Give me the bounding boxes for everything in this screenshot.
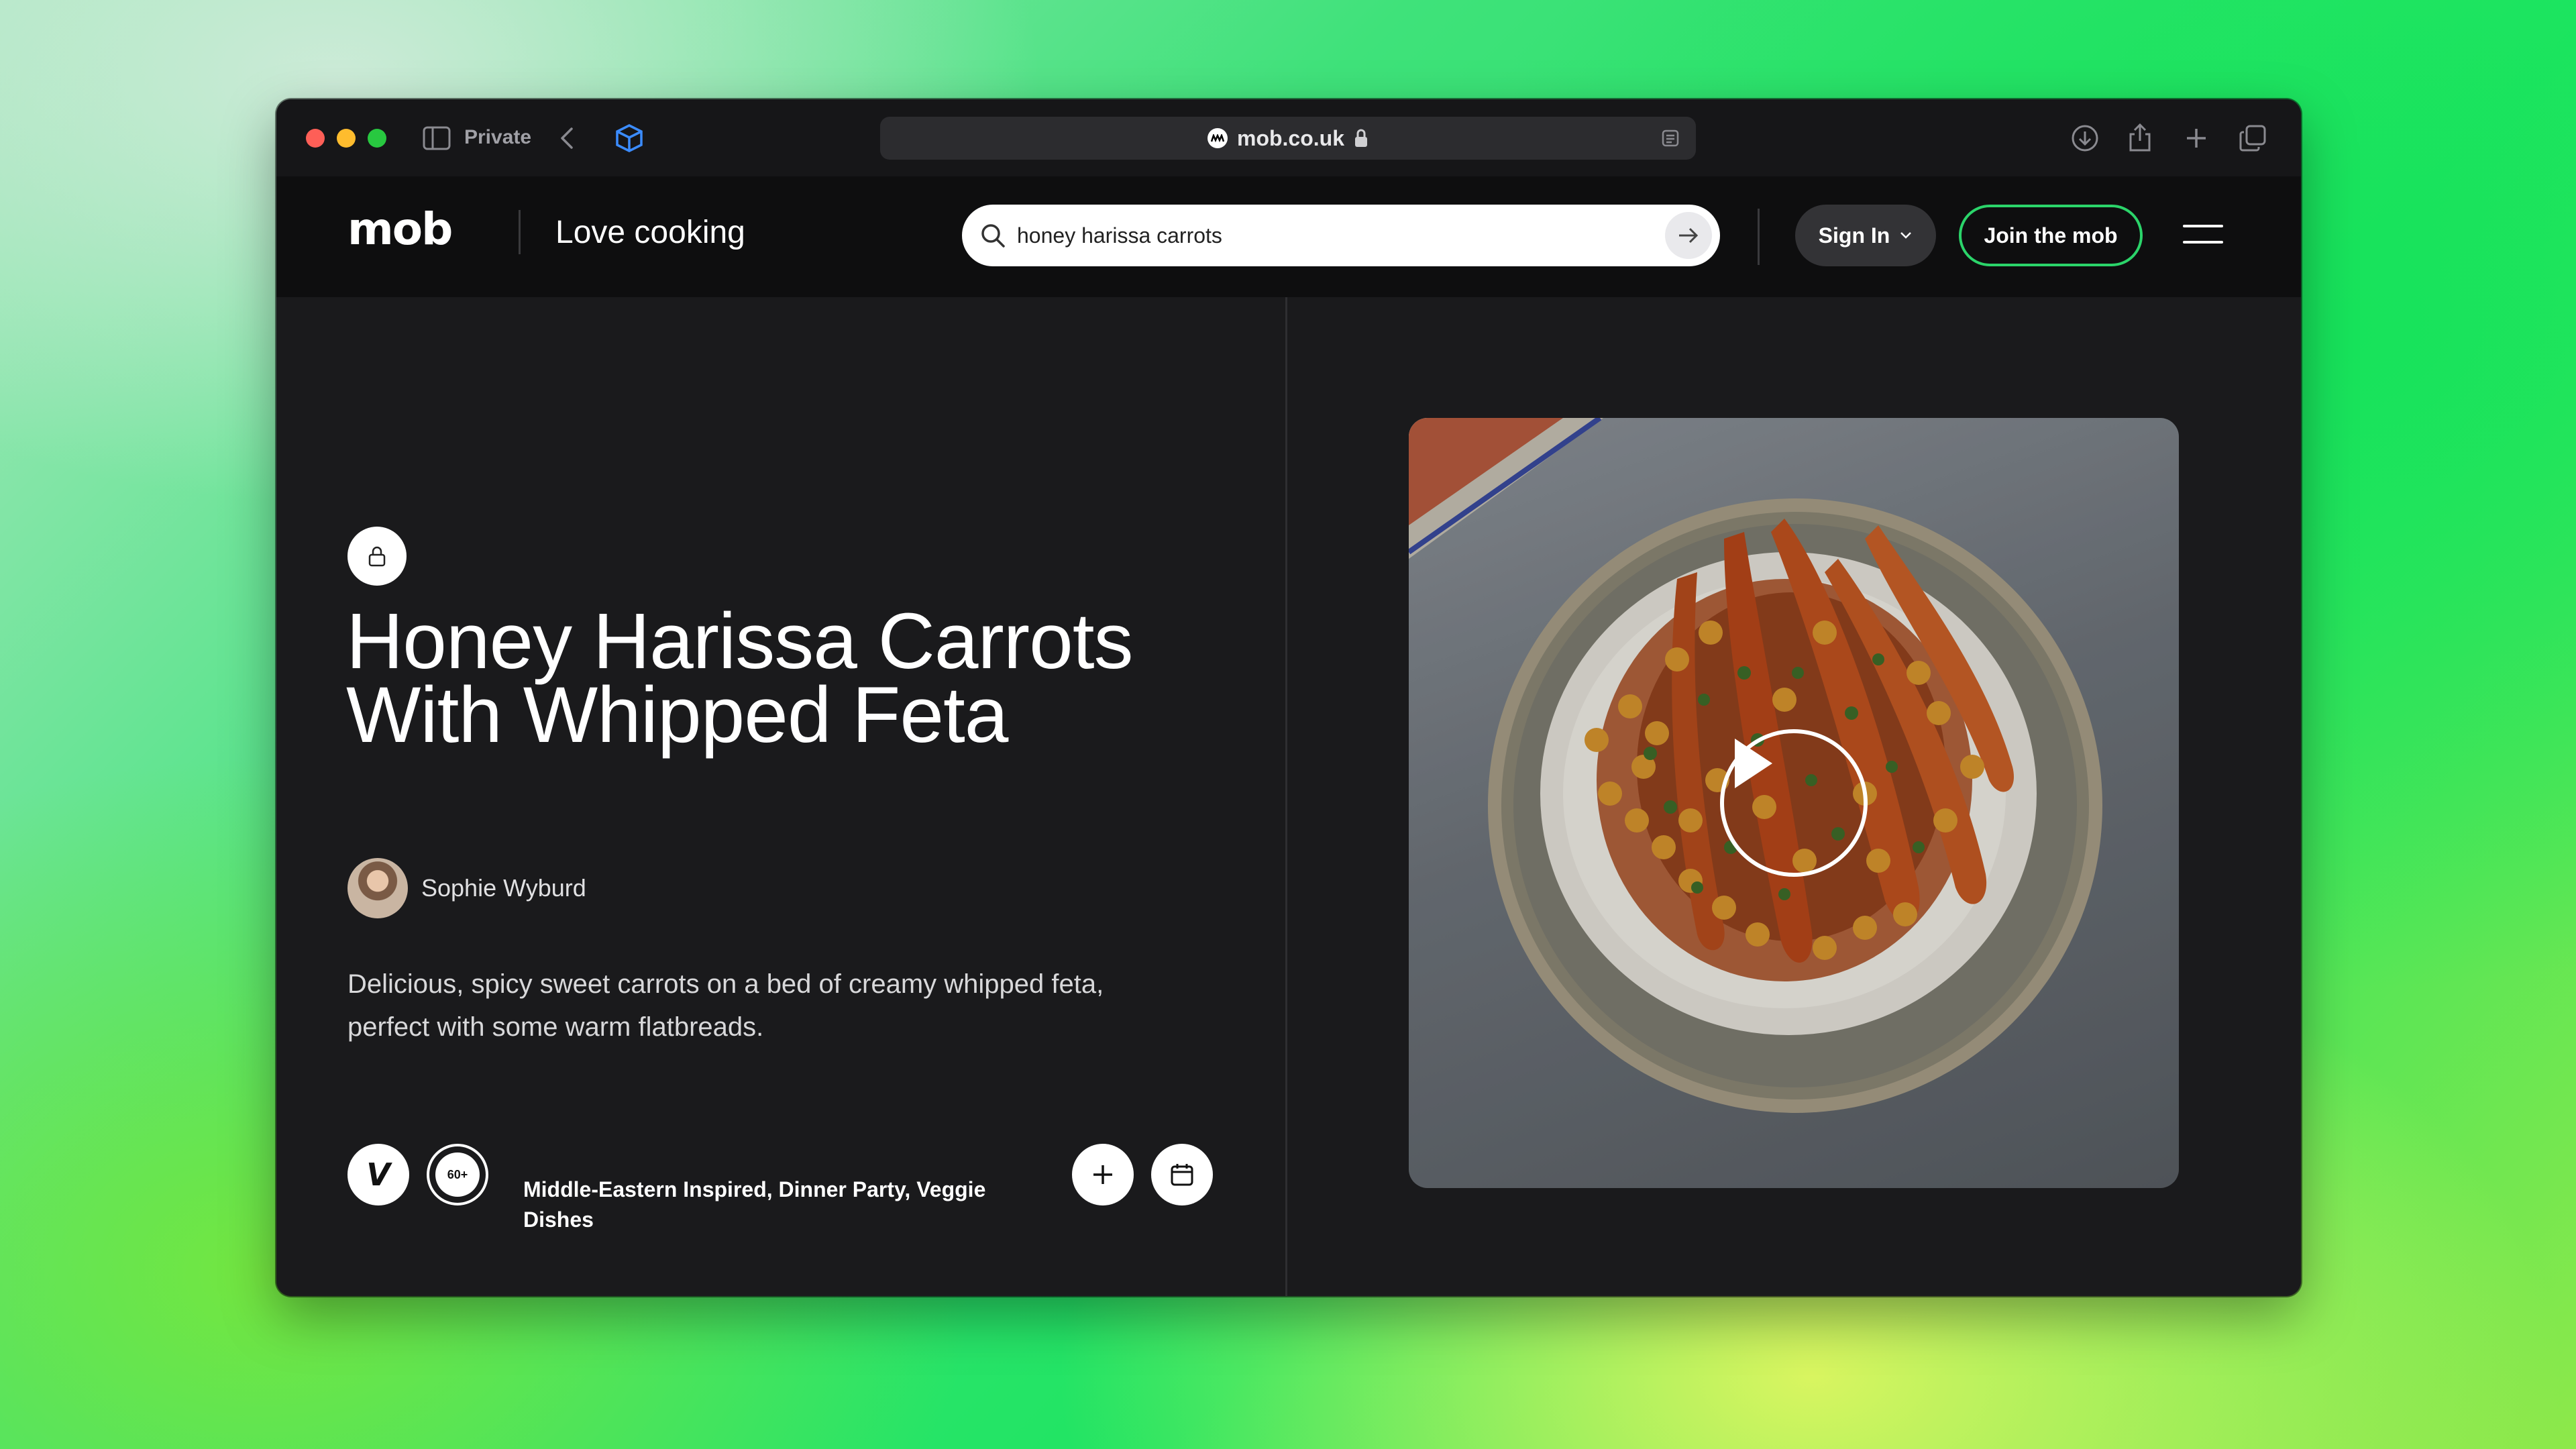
recipe-title: Honey Harissa Carrots With Whipped Feta	[346, 597, 1133, 759]
browser-window: Private JS mob.co.uk	[276, 99, 2301, 1296]
play-icon	[1735, 739, 1772, 788]
header-divider	[519, 210, 521, 254]
hamburger-menu-icon[interactable]	[2183, 221, 2223, 248]
address-bar[interactable]: mob.co.uk	[880, 117, 1696, 160]
author-name: Sophie Wyburd	[421, 874, 586, 902]
header-separator	[1758, 209, 1760, 265]
url-text: mob.co.uk	[1236, 125, 1344, 150]
new-tab-icon[interactable]	[2182, 123, 2211, 153]
content-divider	[1285, 297, 1287, 1296]
recipe-author[interactable]: Sophie Wyburd	[347, 858, 586, 918]
site-header: mob Love cooking Sign In Join the mob	[276, 176, 2301, 297]
cube-extension-icon[interactable]	[613, 122, 645, 154]
calendar-icon	[1171, 1164, 1193, 1186]
arrow-right-icon	[1679, 227, 1699, 244]
author-avatar	[347, 858, 408, 918]
site-tagline: Love cooking	[555, 215, 745, 250]
chevron-down-icon	[1900, 232, 1912, 239]
cook-time-badge: 60+	[427, 1144, 488, 1205]
join-label: Join the mob	[1984, 223, 2118, 248]
add-to-collection-button[interactable]	[1072, 1144, 1134, 1205]
add-to-planner-button[interactable]	[1151, 1144, 1213, 1205]
search-input[interactable]	[1017, 223, 1665, 248]
vegan-badge: V	[347, 1144, 409, 1205]
vegan-badge-label: V	[366, 1157, 390, 1193]
downloads-icon[interactable]	[2070, 123, 2100, 153]
play-video-button[interactable]	[1720, 729, 1868, 877]
private-mode-label: Private	[464, 126, 532, 148]
site-favicon-icon	[1207, 128, 1228, 148]
sign-in-button[interactable]: Sign In	[1795, 205, 1936, 266]
search-icon	[979, 222, 1006, 249]
lock-icon	[368, 546, 386, 567]
mob-logo[interactable]: mob	[347, 203, 453, 255]
maximize-window-button[interactable]	[368, 129, 386, 148]
tab-overview-icon[interactable]	[2238, 123, 2267, 153]
share-icon[interactable]	[2125, 121, 2155, 153]
search-bar	[962, 205, 1720, 266]
plus-icon	[1093, 1165, 1112, 1184]
recipe-video-thumbnail[interactable]	[1409, 418, 2179, 1188]
browser-toolbar: Private JS mob.co.uk	[276, 99, 2301, 176]
recipe-description: Delicious, spicy sweet carrots on a bed …	[347, 969, 1104, 1042]
join-button[interactable]: Join the mob	[1959, 205, 2143, 266]
recipe-hero: Honey Harissa Carrots With Whipped Feta …	[276, 297, 2301, 1296]
recipe-tags: Middle-Eastern Inspired, Dinner Party, V…	[523, 1177, 986, 1232]
sidebar-toggle-icon[interactable]	[423, 125, 451, 152]
minimize-window-button[interactable]	[337, 129, 356, 148]
close-window-button[interactable]	[306, 129, 325, 148]
cook-time-label: 60+	[435, 1152, 480, 1197]
lock-icon	[1354, 128, 1368, 148]
search-submit-button[interactable]	[1665, 212, 1712, 259]
locked-recipe-badge	[347, 527, 407, 586]
reader-mode-icon[interactable]	[1661, 129, 1680, 148]
back-chevron-icon[interactable]	[557, 125, 577, 152]
sign-in-label: Sign In	[1818, 223, 1890, 248]
